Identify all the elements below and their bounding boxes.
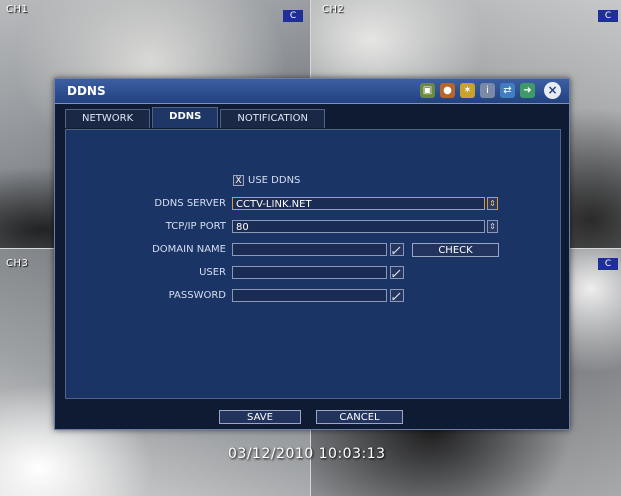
camera-icon[interactable]: ▣ [420,83,435,98]
use-ddns-label: USE DDNS [248,175,301,186]
domain-name-label: DOMAIN NAME [152,244,226,255]
event-icon[interactable]: ✶ [460,83,475,98]
system-icon[interactable]: i [480,83,495,98]
dialog-title: DDNS [67,84,106,98]
tab-network[interactable]: NETWORK [65,109,151,128]
tcp-ip-port-field[interactable]: 80 [232,220,485,233]
ddns-server-label: DDNS SERVER [154,198,226,209]
tab-ddns[interactable]: DDNS [152,107,219,128]
channel-status-badge-ch2: C [598,10,618,22]
channel-status-badge-ch4: C [598,258,618,270]
user-edit-icon[interactable] [390,266,404,279]
menu-toolbar: ▣ ● ✶ i ⇄ ➜ [420,83,535,98]
exit-icon[interactable]: ➜ [520,83,535,98]
dialog-titlebar: DDNS ▣ ● ✶ i ⇄ ➜ × [55,79,569,104]
record-icon[interactable]: ● [440,83,455,98]
ddns-settings-dialog: DDNS ▣ ● ✶ i ⇄ ➜ × NETWORK DDNS NOTIFICA… [54,78,570,430]
osd-timestamp: 03/12/2010 10:03:13 [228,446,386,462]
channel-status-badge-ch1: C [283,10,303,22]
tab-notification[interactable]: NOTIFICATION [220,109,325,128]
domain-name-field[interactable] [232,243,387,256]
network-icon[interactable]: ⇄ [500,83,515,98]
channel-label-ch3: CH3 [6,258,29,269]
channel-label-ch1: CH1 [6,4,29,15]
user-field[interactable] [232,266,387,279]
use-ddns-checkbox[interactable]: X [233,175,244,186]
password-field[interactable] [232,289,387,302]
password-edit-icon[interactable] [390,289,404,302]
tab-bar: NETWORK DDNS NOTIFICATION [65,107,327,129]
channel-label-ch2: CH2 [322,4,345,15]
check-button[interactable]: CHECK [412,243,499,257]
ddns-server-spinner-icon[interactable]: ⇕ [487,197,498,210]
close-icon[interactable]: × [544,82,561,99]
domain-name-edit-icon[interactable] [390,243,404,256]
tcp-ip-port-spinner-icon[interactable]: ⇕ [487,220,498,233]
user-label: USER [199,267,226,278]
tcp-ip-port-label: TCP/IP PORT [165,221,226,232]
save-button[interactable]: SAVE [219,410,301,424]
ddns-server-field[interactable]: CCTV-LINK.NET [232,197,485,210]
cancel-button[interactable]: CANCEL [316,410,403,424]
ddns-tab-panel: X USE DDNS DDNS SERVER CCTV-LINK.NET ⇕ T… [65,129,561,399]
password-label: PASSWORD [168,290,226,301]
